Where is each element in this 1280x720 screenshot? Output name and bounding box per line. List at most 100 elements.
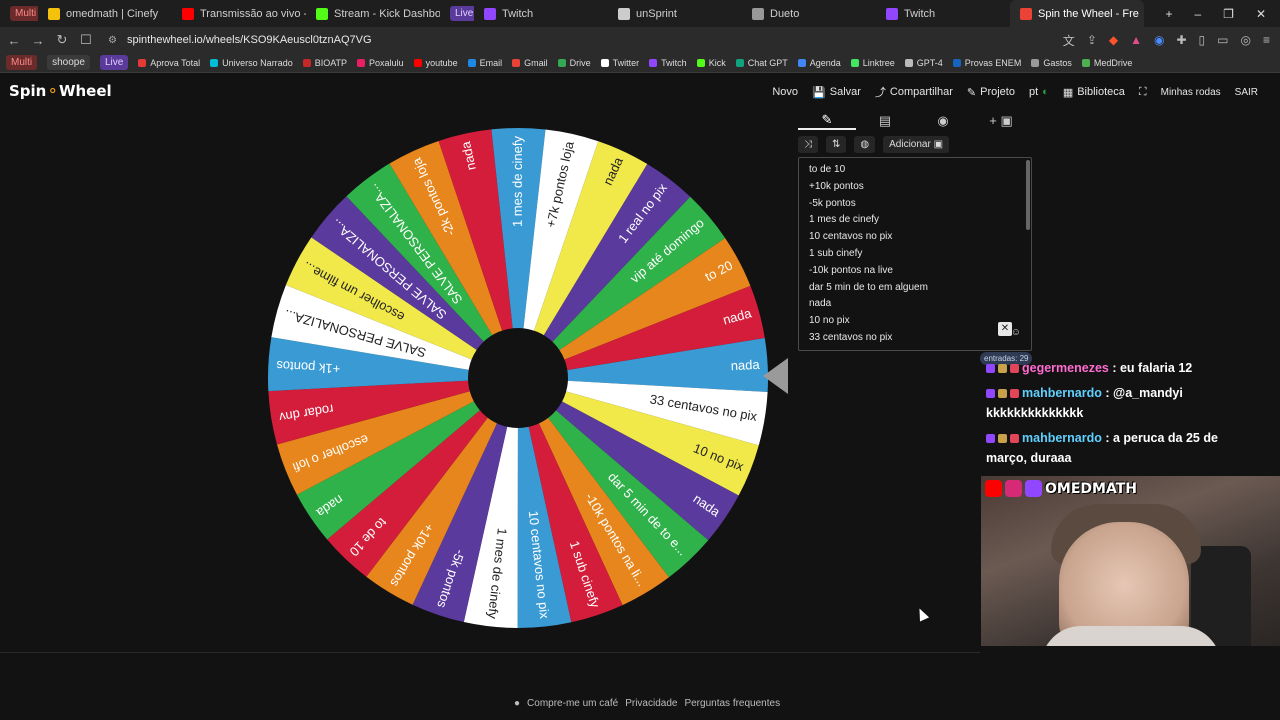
logo-o: ⚬ <box>46 82 59 100</box>
bookmark-icon[interactable]: ☐ <box>76 32 96 48</box>
fullscreen-icon: ⛶ <box>1138 85 1147 98</box>
entries-scrollbar[interactable] <box>1026 160 1030 230</box>
bookmark-item[interactable]: Twitch <box>649 58 687 68</box>
app-logo[interactable]: Spin⚬Wheel <box>9 82 112 100</box>
extension-icon[interactable]: ◉ <box>1154 33 1164 47</box>
bookmark-pill[interactable]: Multi <box>6 55 38 70</box>
url-field[interactable]: spinthewheel.io/wheels/KSO9KAeuscl0tznAQ… <box>127 34 372 46</box>
chat-username[interactable]: gegermenezes <box>1022 361 1109 375</box>
chat-close-button[interactable]: ✕ <box>998 322 1012 336</box>
bookmark-item[interactable]: Kick <box>696 58 726 68</box>
vpn-icon[interactable]: ◎ <box>1241 33 1251 47</box>
tab-label: unSprint <box>636 7 677 20</box>
bookmark-favicon-icon <box>649 58 658 67</box>
close-window-icon[interactable]: ✕ <box>1256 7 1266 21</box>
footer-faq-link[interactable]: Perguntas frequentes <box>684 698 780 709</box>
flag-icon: ◐ <box>1042 86 1049 98</box>
bookmark-item[interactable]: Provas ENEM <box>952 58 1021 68</box>
browser-tab[interactable]: Live <box>440 0 474 27</box>
footer-links: ● Compre-me um café Privacidade Pergunta… <box>514 698 780 709</box>
bookmark-item[interactable]: Gmail <box>512 58 548 68</box>
menu-new[interactable]: Novo <box>772 86 798 98</box>
bookmark-item[interactable]: Agenda <box>797 58 841 68</box>
browser-tab[interactable]: Multi <box>0 0 38 27</box>
bookmark-item[interactable]: Poxalulu <box>357 58 404 68</box>
bookmark-item[interactable]: Email <box>467 58 502 68</box>
menu-library-label: Biblioteca <box>1077 86 1125 98</box>
bookmark-item[interactable]: BIOATP <box>302 58 347 68</box>
color-button[interactable]: ◍ <box>854 136 876 153</box>
puzzle-icon[interactable]: ✚ <box>1176 33 1186 47</box>
menu-share[interactable]: ⤴ Compartilhar <box>875 84 953 100</box>
bookmark-item[interactable]: MedDrive <box>1081 58 1132 68</box>
bookmark-item[interactable]: Aprova Total <box>138 58 200 68</box>
browser-tab[interactable]: Twitch <box>876 0 1010 27</box>
tab-add-wheel[interactable]: + ▣ <box>972 113 1030 129</box>
bookmark-item[interactable]: GPT-4 <box>904 58 943 68</box>
browser-tab[interactable]: Twitch <box>474 0 608 27</box>
logo-text-a: Spin <box>9 82 47 100</box>
site-info-icon[interactable]: ⚙ <box>108 35 117 46</box>
bookmark-item[interactable]: Linktree <box>850 57 895 68</box>
maximize-icon[interactable]: ❐ <box>1223 7 1234 21</box>
bookmark-item[interactable]: Twitter <box>600 58 639 68</box>
menu-project[interactable]: ✎ Projeto <box>967 86 1015 99</box>
entries-textarea[interactable]: ☺ to de 10 +10k pontos -5k pontos 1 mes de … <box>798 157 1032 351</box>
wallet-icon[interactable]: ▭ <box>1217 33 1228 47</box>
menu-library[interactable]: ▦ Biblioteca <box>1063 86 1125 99</box>
bookmark-item[interactable]: Universo Narrado <box>210 58 293 68</box>
back-icon[interactable]: ← <box>4 33 24 48</box>
bookmark-item[interactable]: Gastos <box>1031 58 1072 68</box>
browser-tab[interactable]: unSprint <box>608 0 742 27</box>
brave-shield-icon[interactable]: ◆ <box>1109 33 1118 47</box>
bookmark-item[interactable]: Drive <box>557 58 591 68</box>
language-select[interactable]: pt ◐ <box>1029 86 1049 98</box>
bookmark-favicon-icon <box>467 58 476 67</box>
browser-tab[interactable]: Spin the Wheel - Fre <box>1010 0 1144 27</box>
entry-line: 10 centavos no pix <box>809 231 893 243</box>
translate-icon[interactable]: 文 <box>1063 32 1075 49</box>
shuffle-button[interactable]: ⤨ <box>798 136 818 153</box>
exit-button[interactable]: SAIR <box>1235 87 1258 98</box>
menu-icon[interactable]: ≡ <box>1263 33 1270 47</box>
wheel-center[interactable] <box>468 328 568 428</box>
bookmark-pill[interactable]: shoope <box>47 55 90 70</box>
youtube-icon <box>985 480 1002 497</box>
bookmark-pill[interactable]: Live <box>99 55 129 70</box>
chat-username[interactable]: mahbernardo <box>1022 431 1102 445</box>
bookmark-item[interactable]: youtube <box>413 58 458 68</box>
share-icon[interactable]: ⇪ <box>1087 33 1097 47</box>
add-image-button[interactable]: Adicionar ▣ <box>883 136 950 153</box>
tab-edit[interactable]: ✎ <box>798 112 856 130</box>
sort-button[interactable]: ⇅ <box>826 136 847 153</box>
sidebar-icon[interactable]: ▯ <box>1199 33 1206 47</box>
forward-icon[interactable]: → <box>28 33 48 48</box>
minimize-icon[interactable]: – <box>1194 7 1201 21</box>
tab-pill-label: Live <box>450 6 474 21</box>
menu-save[interactable]: 💾 Salvar <box>812 86 861 99</box>
footer-privacy-link[interactable]: Privacidade <box>625 698 677 709</box>
tab-label: Spin the Wheel - Fre <box>1038 7 1139 20</box>
chat-message: mahbernardo : a peruca da 25 de março, d… <box>986 428 1256 468</box>
bookmark-label: Linktree <box>862 57 895 68</box>
spin-wheel[interactable]: nada33 centavos no pix10 no pixnadadar 5… <box>266 126 796 636</box>
emoji-icon[interactable]: ☺ <box>1011 325 1021 342</box>
new-tab-icon[interactable]: + <box>1165 7 1172 21</box>
chat-username[interactable]: mahbernardo <box>1022 386 1102 400</box>
browser-tab[interactable]: omedmath | Cinefy <box>38 0 172 27</box>
tab-hidden[interactable]: ◉ <box>914 113 972 129</box>
fullscreen-button[interactable]: ⛶ <box>1139 86 1147 99</box>
footer-coffee-link[interactable]: Compre-me um café <box>527 698 618 709</box>
my-wheels-button[interactable]: Minhas rodas <box>1161 87 1221 98</box>
tab-results[interactable]: ▤ <box>856 113 914 129</box>
browser-tab[interactable]: Stream - Kick Dashboard <box>306 0 440 27</box>
browser-tab[interactable]: Dueto <box>742 0 876 27</box>
rewards-icon[interactable]: ▲ <box>1130 33 1142 47</box>
bookmark-item[interactable]: Chat GPT <box>735 58 788 68</box>
twitch-badge-icon <box>986 364 995 374</box>
browser-tab[interactable]: Transmissão ao vivo - YouTu <box>172 0 306 27</box>
reload-icon[interactable]: ↻ <box>52 32 72 48</box>
bookmark-favicon-icon <box>357 58 366 67</box>
tab-favicon-icon <box>752 7 764 20</box>
bookmark-label: Gmail <box>524 57 548 68</box>
